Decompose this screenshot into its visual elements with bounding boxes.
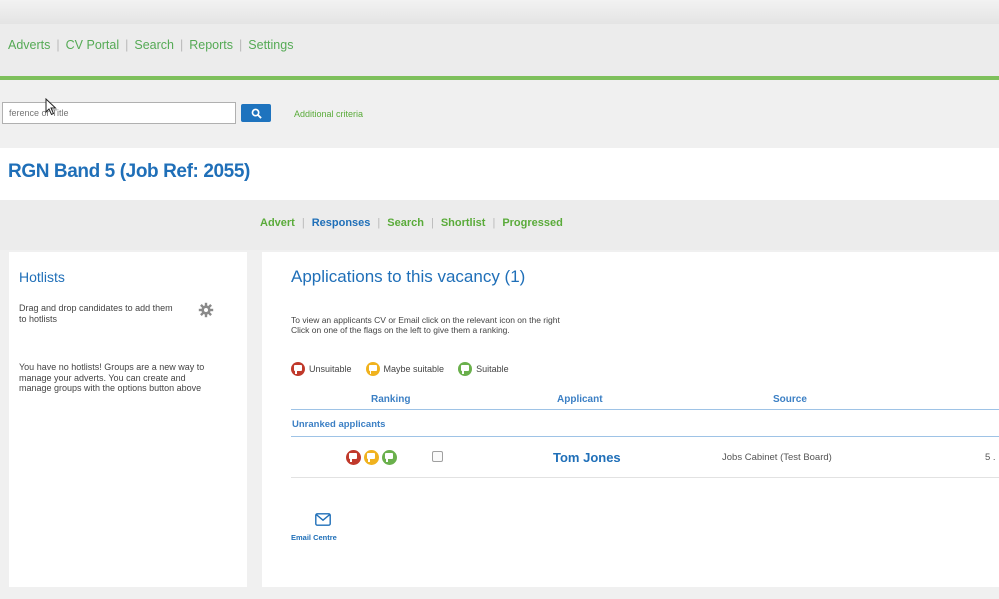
row-checkbox[interactable] bbox=[432, 451, 443, 462]
nav-separator: | bbox=[239, 38, 243, 52]
nav-settings[interactable]: Settings bbox=[248, 38, 293, 52]
gear-icon[interactable] bbox=[198, 302, 214, 318]
applications-panel: Applications to this vacancy (1) To view… bbox=[262, 252, 999, 587]
red-flag-icon bbox=[291, 362, 305, 376]
applicant-source: Jobs Cabinet (Test Board) bbox=[722, 452, 832, 463]
ranking-legend: Unsuitable Maybe suitable Suitable bbox=[291, 362, 523, 376]
mouse-pointer-icon bbox=[45, 98, 57, 116]
hotlists-drag-hint: Drag and drop candidates to add them to … bbox=[19, 303, 173, 324]
tab-progressed[interactable]: Progressed bbox=[502, 217, 563, 229]
browser-top-strip bbox=[0, 0, 999, 24]
ranking-flags bbox=[346, 450, 397, 465]
nav-adverts[interactable]: Adverts bbox=[8, 38, 50, 52]
main-nav: Adverts | CV Portal | Search | Reports |… bbox=[0, 24, 999, 76]
instruction-line: Click on one of the flags on the left to… bbox=[291, 325, 510, 335]
nav-separator: | bbox=[56, 38, 60, 52]
tab-search[interactable]: Search bbox=[387, 217, 424, 229]
applicant-date: 5 . bbox=[985, 452, 996, 463]
applications-table-header: Ranking Applicant Source bbox=[291, 390, 999, 410]
maybe-flag-icon[interactable] bbox=[364, 450, 379, 465]
email-centre-label: Email Centre bbox=[291, 533, 337, 542]
advert-subnav-links: Advert | Responses | Search | Shortlist … bbox=[260, 217, 563, 229]
column-ranking[interactable]: Ranking bbox=[371, 394, 410, 405]
no-hotlists-message: You have no hotlists! Groups are a new w… bbox=[19, 362, 205, 393]
legend-label: Unsuitable bbox=[309, 364, 352, 374]
legend-unsuitable: Unsuitable bbox=[291, 362, 352, 376]
tab-shortlist[interactable]: Shortlist bbox=[441, 217, 486, 229]
unsuitable-flag-icon[interactable] bbox=[346, 450, 361, 465]
column-applicant[interactable]: Applicant bbox=[557, 394, 603, 405]
applications-instructions: To view an applicants CV or Email click … bbox=[291, 315, 560, 335]
subnav-separator: | bbox=[430, 217, 434, 229]
green-flag-icon bbox=[458, 362, 473, 376]
table-row: Tom Jones Jobs Cabinet (Test Board) 5 . bbox=[291, 437, 999, 478]
main-nav-links: Adverts | CV Portal | Search | Reports |… bbox=[8, 38, 293, 52]
nav-cv-portal[interactable]: CV Portal bbox=[66, 38, 120, 52]
legend-maybe: Maybe suitable bbox=[365, 362, 445, 376]
hotlists-panel: Hotlists Drag and drop candidates to add… bbox=[9, 252, 247, 587]
legend-label: Maybe suitable bbox=[383, 364, 445, 374]
yellow-flag-icon bbox=[365, 362, 380, 376]
group-unranked: Unranked applicants bbox=[291, 410, 999, 437]
nav-separator: | bbox=[180, 38, 184, 52]
subnav-separator: | bbox=[377, 217, 381, 229]
additional-criteria-link[interactable]: Additional criteria bbox=[294, 109, 363, 119]
hotlists-heading: Hotlists bbox=[19, 269, 65, 285]
page-title: RGN Band 5 (Job Ref: 2055) bbox=[8, 161, 250, 182]
search-button[interactable] bbox=[241, 104, 271, 122]
suitable-flag-icon[interactable] bbox=[382, 450, 397, 465]
search-icon bbox=[251, 108, 262, 119]
legend-suitable: Suitable bbox=[458, 362, 509, 376]
tab-advert[interactable]: Advert bbox=[260, 217, 295, 229]
nav-search[interactable]: Search bbox=[134, 38, 174, 52]
page-header: RGN Band 5 (Job Ref: 2055) bbox=[0, 148, 999, 200]
instruction-line: To view an applicants CV or Email click … bbox=[291, 315, 560, 325]
tab-responses[interactable]: Responses bbox=[312, 217, 371, 229]
envelope-icon bbox=[315, 513, 331, 526]
nav-separator: | bbox=[125, 38, 129, 52]
column-source[interactable]: Source bbox=[773, 394, 807, 405]
applicant-name-link[interactable]: Tom Jones bbox=[553, 450, 621, 465]
nav-reports[interactable]: Reports bbox=[189, 38, 233, 52]
legend-label: Suitable bbox=[476, 364, 509, 374]
subnav-separator: | bbox=[301, 217, 305, 229]
search-bar: Additional criteria bbox=[0, 80, 999, 148]
search-input[interactable] bbox=[2, 102, 236, 124]
applications-heading: Applications to this vacancy (1) bbox=[291, 267, 526, 286]
advert-subnav: Advert | Responses | Search | Shortlist … bbox=[0, 200, 999, 250]
subnav-separator: | bbox=[492, 217, 496, 229]
